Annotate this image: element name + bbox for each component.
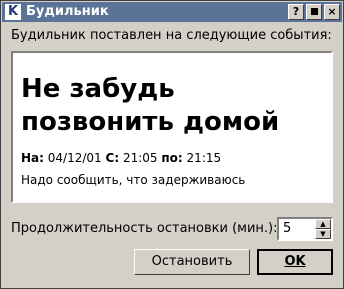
spin-buttons: ▲ ▼ xyxy=(315,219,331,239)
ok-label: OK xyxy=(284,254,306,269)
event-end-time: 21:15 xyxy=(186,151,222,165)
help-button[interactable]: ? xyxy=(288,4,304,20)
events-header-label: Будильник поставлен на следующие события… xyxy=(11,28,332,43)
spin-up-button[interactable]: ▲ xyxy=(315,219,331,229)
event-message-panel: Не забудь позвонить домой На: 04/12/01 С… xyxy=(11,51,333,203)
date-label: На: xyxy=(21,151,44,165)
ok-button[interactable]: OK xyxy=(257,249,333,275)
title-bar[interactable]: K Будильник ? × xyxy=(2,2,342,22)
window-title: Будильник xyxy=(26,4,109,19)
snooze-duration-value[interactable]: 5 xyxy=(283,221,291,236)
close-button[interactable]: × xyxy=(324,4,340,20)
event-start-time: 21:05 xyxy=(122,151,158,165)
spin-down-button[interactable]: ▼ xyxy=(315,229,331,239)
app-icon: K xyxy=(5,4,21,20)
from-label: С: xyxy=(105,151,120,165)
snooze-duration-label: Продолжительность остановки (мин.): xyxy=(11,221,278,236)
alarm-window: K Будильник ? × Будильник поставлен на с… xyxy=(0,0,344,289)
to-label: по: xyxy=(161,151,183,165)
maximize-button[interactable] xyxy=(306,4,322,20)
event-date: 04/12/01 xyxy=(47,151,102,165)
event-description: Надо сообщить, что задерживаюсь xyxy=(21,173,246,187)
maximize-icon xyxy=(310,7,318,15)
event-title: Не забудь позвонить домой xyxy=(21,74,280,137)
snooze-duration-spinbox[interactable]: 5 ▲ ▼ xyxy=(277,217,333,241)
stop-button[interactable]: Остановить xyxy=(134,249,250,275)
event-time-info: На: 04/12/01 С: 21:05 по: 21:15 xyxy=(21,151,221,165)
